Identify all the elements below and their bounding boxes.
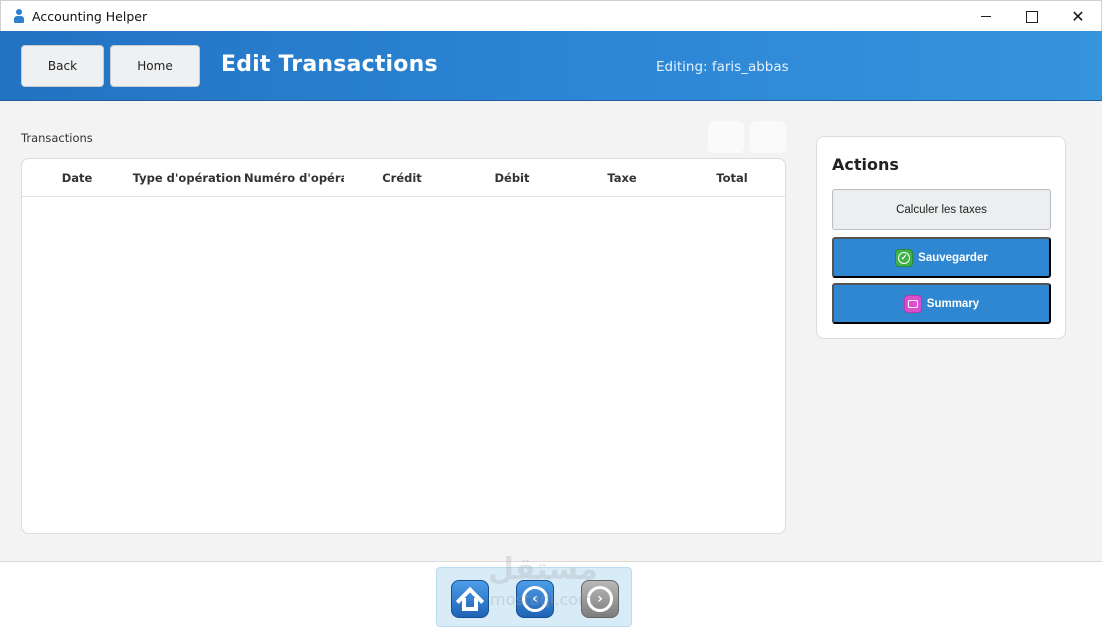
table-header-row: Date Type d'opération Numéro d'opération… — [22, 159, 785, 197]
window-controls: ✕ — [963, 1, 1101, 32]
back-button[interactable]: Back — [21, 45, 104, 87]
column-header-tax[interactable]: Taxe — [582, 171, 662, 185]
watermark-url: mostaql.com — [490, 590, 594, 609]
editing-user-label: Editing: faris_abbas — [656, 59, 789, 75]
column-header-debit[interactable]: Débit — [472, 171, 552, 185]
page-header: Back Home Edit Transactions Editing: far… — [0, 31, 1102, 101]
table-tool-button-2[interactable] — [750, 121, 786, 153]
maximize-icon[interactable] — [1009, 1, 1055, 32]
page-title: Edit Transactions — [221, 52, 438, 77]
transactions-label: Transactions — [21, 131, 93, 145]
calculate-taxes-button[interactable]: Calculer les taxes — [832, 189, 1051, 230]
save-label: Sauvegarder — [918, 251, 988, 264]
actions-panel: Actions Calculer les taxes ✓ Sauvegarder… — [816, 136, 1066, 339]
user-app-icon — [12, 9, 26, 23]
actions-title: Actions — [832, 155, 899, 174]
minimize-icon[interactable] — [963, 1, 1009, 32]
window-title: Accounting Helper — [32, 8, 148, 24]
save-button[interactable]: ✓ Sauvegarder — [832, 237, 1051, 278]
home-button[interactable]: Home — [110, 45, 200, 87]
window-titlebar: Accounting Helper ✕ — [0, 0, 1102, 31]
watermark: مستقل — [488, 552, 598, 587]
column-header-type[interactable]: Type d'opération — [132, 171, 242, 185]
summary-icon — [903, 294, 922, 313]
close-icon[interactable]: ✕ — [1055, 1, 1101, 32]
check-icon: ✓ — [895, 248, 914, 267]
calculate-taxes-label: Calculer les taxes — [896, 203, 987, 216]
summary-label: Summary — [926, 297, 980, 310]
home-icon[interactable] — [451, 580, 489, 618]
column-header-date[interactable]: Date — [42, 171, 112, 185]
table-tool-button-1[interactable] — [708, 121, 744, 153]
column-header-credit[interactable]: Crédit — [362, 171, 442, 185]
transactions-table[interactable]: Date Type d'opération Numéro d'opération… — [21, 158, 786, 534]
summary-button[interactable]: Summary — [832, 283, 1051, 324]
column-header-total[interactable]: Total — [692, 171, 772, 185]
column-header-number[interactable]: Numéro d'opération — [244, 171, 344, 185]
